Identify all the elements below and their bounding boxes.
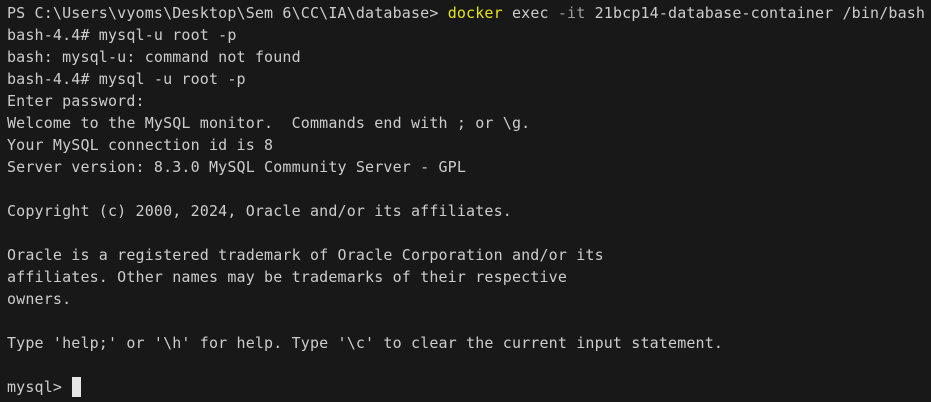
output-line: Type 'help;' or '\h' for help. Type '\c'… bbox=[7, 334, 724, 352]
output-line: Enter password: bbox=[7, 92, 145, 110]
output-line: owners. bbox=[7, 290, 72, 308]
output-line: Server version: 8.3.0 MySQL Community Se… bbox=[7, 158, 467, 176]
output-line: Your MySQL connection id is 8 bbox=[7, 136, 274, 154]
mysql-prompt-line[interactable]: mysql> bbox=[7, 376, 924, 398]
mysql-prompt: mysql> bbox=[7, 378, 72, 396]
powershell-command-line: PS C:\Users\vyoms\Desktop\Sem 6\CC\IA\da… bbox=[7, 2, 926, 24]
command-arg-exec: exec bbox=[502, 4, 558, 22]
command-flag: -it bbox=[557, 4, 586, 22]
powershell-prompt: PS C:\Users\vyoms\Desktop\Sem 6\CC\IA\da… bbox=[7, 4, 448, 22]
command-arg-container: 21bcp14-database-container /bin/bash bbox=[585, 4, 926, 22]
docker-command: docker bbox=[447, 4, 503, 22]
output-line: Oracle is a registered trademark of Orac… bbox=[7, 246, 604, 264]
output-line: Copyright (c) 2000, 2024, Oracle and/or … bbox=[7, 202, 512, 220]
output-line: bash-4.4# mysql-u root -p bbox=[7, 26, 237, 44]
output-line: affiliates. Other names may be trademark… bbox=[7, 268, 568, 286]
output-line: bash: mysql-u: command not found bbox=[7, 48, 301, 66]
terminal-window[interactable]: PS C:\Users\vyoms\Desktop\Sem 6\CC\IA\da… bbox=[0, 0, 931, 402]
output-line: Welcome to the MySQL monitor. Commands e… bbox=[7, 114, 531, 132]
text-cursor[interactable] bbox=[72, 376, 82, 397]
output-line: bash-4.4# mysql -u root -p bbox=[7, 70, 246, 88]
